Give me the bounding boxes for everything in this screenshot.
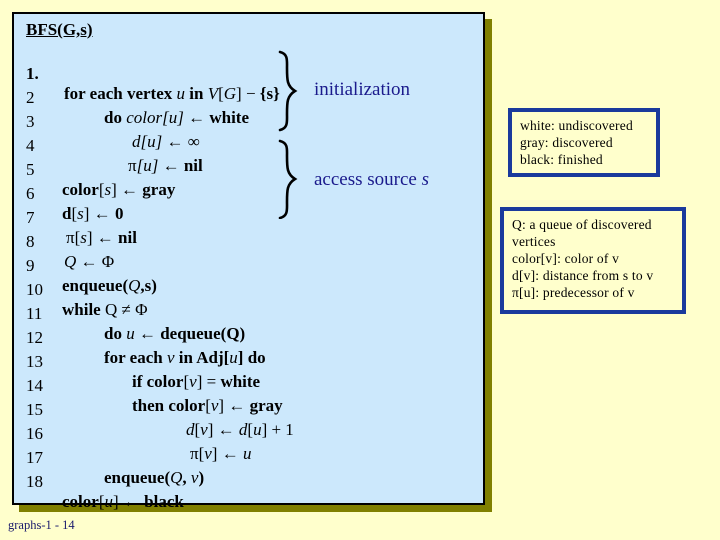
code-line: 1. for each vertex u in V[G] − {s} bbox=[14, 44, 487, 103]
slide-footer: graphs-1 - 14 bbox=[8, 518, 75, 532]
note-line: color[v]: color of v bbox=[512, 251, 620, 266]
slide-canvas: BFS(G,s) 1. for each vertex u in V[G] − … bbox=[0, 0, 720, 540]
line-number: 18 bbox=[26, 472, 43, 491]
note-line: black: finished bbox=[520, 152, 603, 167]
code-line: 14 then color[v] ← gray bbox=[14, 356, 487, 415]
annotation-text: access source bbox=[314, 169, 422, 190]
brace-initialization bbox=[276, 50, 298, 132]
code-line: 7 π[s] ← nil bbox=[14, 188, 487, 247]
annotation-label-access-source: access source s bbox=[314, 169, 429, 191]
code-line: 8 Q ← Φ bbox=[14, 212, 487, 271]
note-box-colors: white: undiscovered gray: discovered bla… bbox=[508, 108, 660, 177]
code-line: 13 if color[v] = white bbox=[14, 332, 487, 391]
algorithm-title: BFS(G,s) bbox=[26, 20, 93, 39]
code-line: 5 color[s] ← gray bbox=[14, 140, 487, 199]
note-line: d[v]: distance from s to v bbox=[512, 268, 654, 283]
code-line: 17 enqueue(Q, v) bbox=[14, 428, 487, 487]
code-line: 9 enqueue(Q,s) bbox=[14, 236, 487, 295]
note-line: π[u]: predecessor of v bbox=[512, 285, 635, 300]
code-line: 18 color[u] ← black bbox=[14, 452, 487, 511]
code-line: 10 while Q ≠ Φ bbox=[14, 260, 487, 319]
code-line: 2 do color[u] ← white bbox=[14, 68, 487, 127]
line-text: color[u] ← black bbox=[62, 492, 184, 511]
annotation-label-initialization: initialization bbox=[314, 79, 411, 100]
note-line: white: undiscovered bbox=[520, 118, 633, 133]
brace-access-source bbox=[276, 139, 298, 219]
code-line: 3 d[u] ← ∞ bbox=[14, 92, 487, 151]
annotation-var-s: s bbox=[421, 169, 430, 190]
note-line: gray: discovered bbox=[520, 135, 613, 150]
code-line: 12 for each v in Adj[u] do bbox=[14, 308, 487, 367]
note-box-variables: Q: a queue of discovered vertices color[… bbox=[500, 207, 686, 314]
code-line: 4 π[u] ← nil bbox=[14, 116, 487, 175]
code-line: 16 π[v] ← u bbox=[14, 404, 487, 463]
algorithm-panel: BFS(G,s) 1. for each vertex u in V[G] − … bbox=[12, 12, 487, 511]
note-line: vertices bbox=[512, 234, 556, 249]
note-line: Q: a queue of discovered bbox=[512, 217, 652, 232]
code-line: 11 do u ← dequeue(Q) bbox=[14, 284, 487, 343]
code-line: 15 d[v] ← d[u] + 1 bbox=[14, 380, 487, 439]
